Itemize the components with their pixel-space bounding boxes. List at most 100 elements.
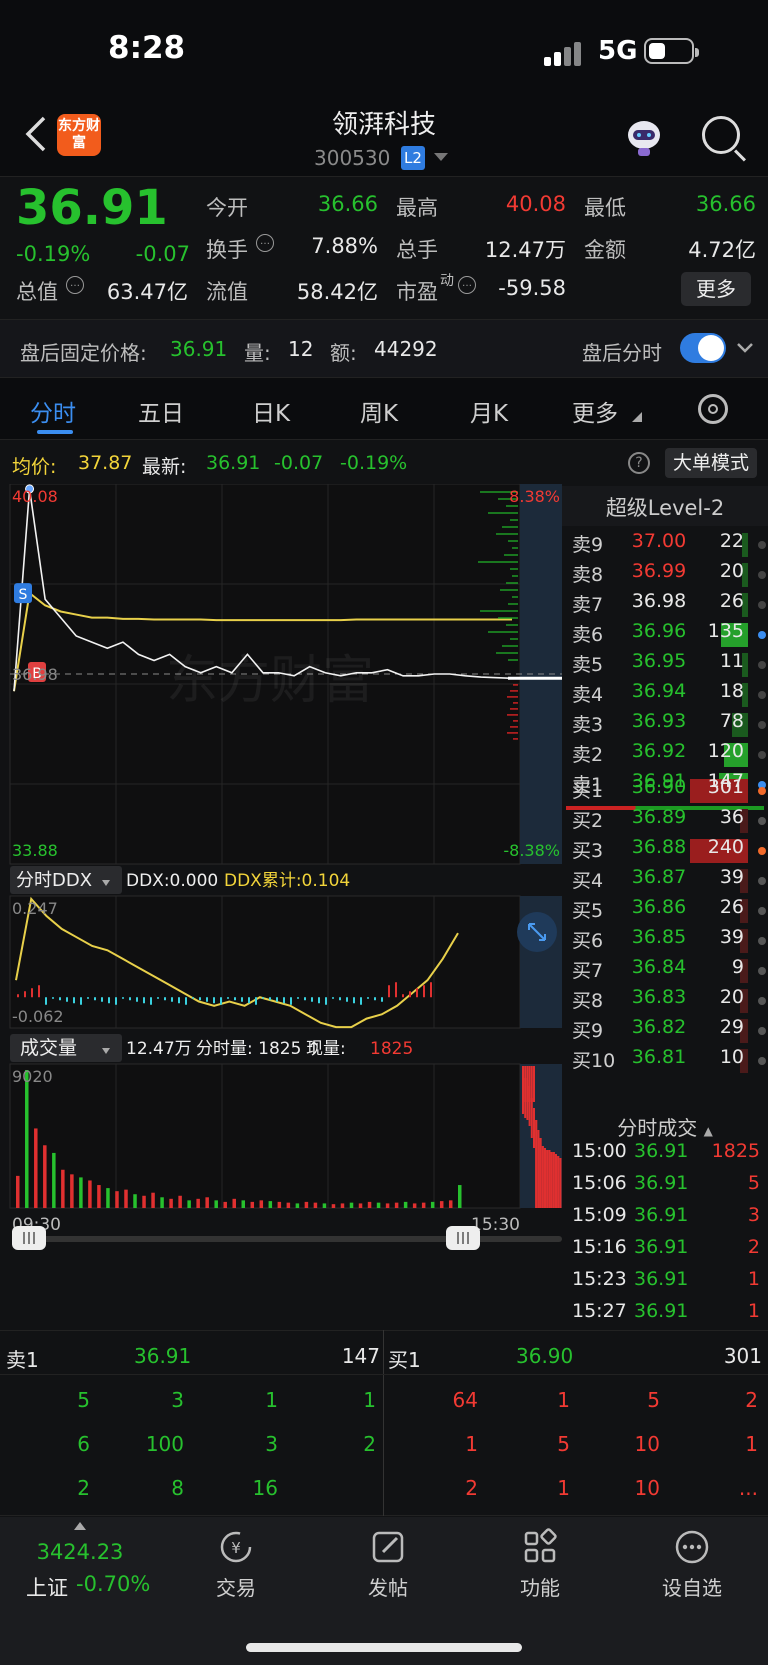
home-indicator[interactable]: [246, 1643, 522, 1652]
ask-row[interactable]: 卖3 36.93 78: [562, 710, 768, 740]
after-volume-bar: [537, 1130, 540, 1208]
index-pct[interactable]: -0.70%: [76, 1572, 150, 1596]
queue-buy-order: 2: [745, 1388, 758, 1412]
nav-trade[interactable]: ¥ 交易: [186, 1528, 286, 1601]
level-label: 卖2: [572, 744, 604, 766]
network-type: 5G: [598, 36, 638, 66]
nav-post[interactable]: 发帖: [338, 1528, 438, 1601]
info-icon[interactable]: …: [458, 276, 476, 294]
volume-bar: [304, 1201, 309, 1208]
level-price: 36.95: [631, 650, 687, 672]
level-volume: 10: [719, 1046, 744, 1068]
caret-up-icon[interactable]: [74, 1522, 86, 1530]
ask-row[interactable]: 卖4 36.94 18: [562, 680, 768, 710]
bid-row[interactable]: 买3 36.88 240: [562, 836, 768, 866]
level-label: 卖7: [572, 594, 604, 616]
tab-weekly-k[interactable]: 周K: [360, 394, 398, 428]
bid-row[interactable]: 买10 36.81 10: [562, 1046, 768, 1076]
bid-row[interactable]: 买2 36.89 36: [562, 806, 768, 836]
current-volume-label: 现量:: [306, 1039, 346, 1059]
tab-more[interactable]: 更多: [572, 394, 618, 428]
volume-bar: [241, 1200, 246, 1208]
volume-bar: [169, 1198, 173, 1208]
ask-row[interactable]: 卖2 36.92 120: [562, 740, 768, 770]
level-label: 买6: [572, 930, 604, 952]
big-order-mode-button[interactable]: 大单模式: [665, 448, 757, 478]
search-icon[interactable]: [702, 116, 740, 154]
bid-row[interactable]: 买7 36.84 9: [562, 956, 768, 986]
queue-sell-order: 3: [171, 1388, 184, 1412]
bid-row[interactable]: 买8 36.83 20: [562, 986, 768, 1016]
ticks-title[interactable]: 分时成交 ▲: [562, 1112, 768, 1141]
tick-time: 15:06: [572, 1172, 627, 1194]
avg-value: 37.87: [78, 452, 133, 474]
queue-sell-order: 1: [265, 1388, 278, 1412]
volume-bar: [277, 1201, 282, 1208]
ask-row[interactable]: 卖8 36.99 20: [562, 560, 768, 590]
level-price: 36.98: [631, 590, 687, 612]
index-name[interactable]: 上证: [26, 1572, 68, 1602]
tick-row[interactable]: 15:00 36.91 1825: [562, 1140, 768, 1172]
level-price: 36.82: [631, 1016, 687, 1038]
volume-bar: [16, 1175, 20, 1208]
tab-5day[interactable]: 五日: [138, 394, 184, 428]
volume-bar: [223, 1201, 227, 1208]
level-volume: 135: [707, 620, 744, 642]
tab-intraday[interactable]: 分时: [30, 394, 76, 428]
ask-row[interactable]: 卖7 36.98 26: [562, 590, 768, 620]
bid-row[interactable]: 买1 36.90 301: [562, 776, 768, 806]
nav-watchlist[interactable]: 设自选: [642, 1528, 742, 1601]
chevron-down-icon[interactable]: [736, 342, 754, 354]
level-dot: [758, 847, 766, 855]
tick-row[interactable]: 15:09 36.91 3: [562, 1204, 768, 1236]
volume-bar: [322, 1203, 327, 1208]
chevron-down-icon[interactable]: [434, 153, 448, 163]
level-label: 卖6: [572, 624, 604, 646]
ask-row[interactable]: 卖9 37.00 22: [562, 530, 768, 560]
volume-bar: [52, 1152, 56, 1208]
level-dot: [758, 967, 766, 975]
charts-area[interactable]: SB40.0836.9833.888.38%-8.38%分时DDX DDX:0.0…: [0, 484, 562, 1264]
tick-volume: 1825: [711, 1140, 760, 1162]
pe-value: -59.58: [498, 276, 566, 300]
level-price: 36.94: [631, 680, 687, 702]
ask-row[interactable]: 卖5 36.95 11: [562, 650, 768, 680]
tab-monthly-k[interactable]: 月K: [470, 394, 508, 428]
volume-bar: [115, 1191, 119, 1208]
volume-bar: [394, 1202, 399, 1208]
help-icon[interactable]: ?: [628, 452, 650, 474]
after-hours-toggle[interactable]: [680, 333, 726, 363]
ask-row[interactable]: 卖6 36.96 135: [562, 620, 768, 650]
queue-buy-total: 301: [723, 1344, 762, 1368]
volume-bar: [313, 1202, 318, 1208]
level-dot: [758, 787, 766, 795]
bid-row[interactable]: 买4 36.87 39: [562, 866, 768, 896]
level-label: 卖5: [572, 654, 604, 676]
robot-assistant-icon[interactable]: [624, 115, 664, 157]
volume-bar: [250, 1201, 255, 1208]
queue-sell-order: 100: [145, 1432, 184, 1456]
info-icon[interactable]: …: [256, 234, 274, 252]
more-button[interactable]: 更多: [681, 272, 751, 306]
order-book: 卖9 37.00 22 卖8 36.99 20 卖7 36.98 26 卖6 36.96 135 卖5 3…: [562, 486, 768, 1080]
level2-badge[interactable]: L2: [401, 146, 425, 170]
bid-row[interactable]: 买5 36.86 26: [562, 896, 768, 926]
info-icon[interactable]: …: [66, 276, 84, 294]
latest-value: 36.91: [206, 452, 261, 474]
volume-bar: [25, 1070, 29, 1208]
nav-functions[interactable]: 功能: [490, 1528, 590, 1601]
tab-daily-k[interactable]: 日K: [252, 394, 290, 428]
y-tick-label: 36.98: [12, 665, 58, 684]
tick-row[interactable]: 15:23 36.91 1: [562, 1268, 768, 1300]
bid-row[interactable]: 买6 36.85 39: [562, 926, 768, 956]
tick-row[interactable]: 15:16 36.91 2: [562, 1236, 768, 1268]
volume-bar: [133, 1194, 137, 1208]
bid-row[interactable]: 买9 36.82 29: [562, 1016, 768, 1046]
level-label: 买2: [572, 810, 604, 832]
tick-row[interactable]: 15:06 36.91 5: [562, 1172, 768, 1204]
gear-icon[interactable]: [698, 394, 728, 424]
index-value[interactable]: 3424.23: [0, 1540, 160, 1564]
high-value: 40.08: [505, 192, 566, 216]
volume-bar: [214, 1200, 218, 1208]
tick-row[interactable]: 15:27 36.91 1: [562, 1300, 768, 1332]
